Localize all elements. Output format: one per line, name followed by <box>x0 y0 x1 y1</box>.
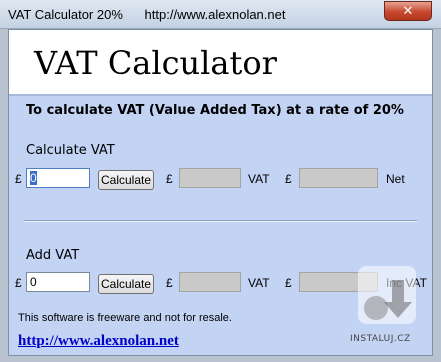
header-banner: VAT Calculator <box>9 30 432 96</box>
window-title: VAT Calculator 20% http://www.alexnolan.… <box>8 7 286 22</box>
calc-amount-value: 0 <box>30 171 37 185</box>
title-bar: VAT Calculator 20% http://www.alexnolan.… <box>0 0 441 29</box>
add-amount-currency: £ <box>15 276 22 290</box>
calc-net-label: Net <box>386 172 405 186</box>
website-link[interactable]: http://www.alexnolan.net <box>18 333 179 350</box>
add-vat-heading: Add VAT <box>26 248 80 263</box>
calc-vat-output <box>179 168 241 188</box>
rate-description: To calculate VAT (Value Added Tax) at a … <box>26 103 404 118</box>
calculate-vat-heading: Calculate VAT <box>26 143 115 158</box>
calc-vat-label: VAT <box>248 172 270 186</box>
app-title: VAT Calculator <box>34 44 277 82</box>
calc-net-currency: £ <box>285 172 292 186</box>
add-vat-label: VAT <box>248 276 270 290</box>
close-button[interactable]: ✕ <box>384 1 432 21</box>
add-vat-output <box>179 272 241 292</box>
section-divider <box>24 220 417 222</box>
calc-amount-currency: £ <box>15 172 22 186</box>
watermark-logo-icon <box>358 266 416 324</box>
calc-vat-button[interactable]: Calculate <box>98 170 154 190</box>
calc-amount-input[interactable]: 0 <box>26 168 90 188</box>
close-icon: ✕ <box>402 4 414 19</box>
watermark-text: INSTALUJ.CZ <box>350 334 411 344</box>
freeware-notice: This software is freeware and not for re… <box>18 312 232 324</box>
add-amount-value: 0 <box>30 275 37 289</box>
add-total-currency: £ <box>285 276 292 290</box>
instaluj-watermark: INSTALUJ.CZ <box>348 262 424 352</box>
calc-vat-currency: £ <box>166 172 173 186</box>
add-vat-button[interactable]: Calculate <box>98 274 154 294</box>
add-vat-currency: £ <box>166 276 173 290</box>
add-amount-input[interactable]: 0 <box>26 272 90 292</box>
calc-net-output <box>299 168 378 188</box>
